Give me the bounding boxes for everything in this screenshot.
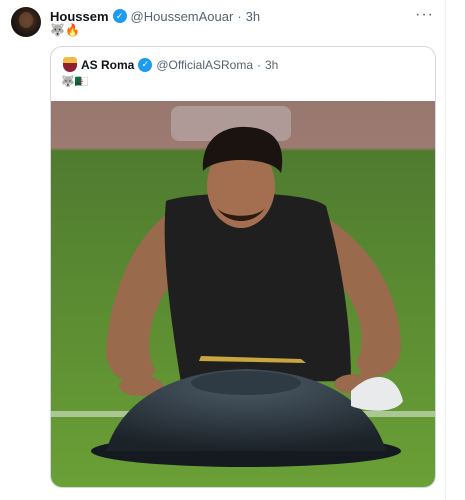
quoted-author-name: AS Roma <box>81 57 135 72</box>
tweet-time[interactable]: 3h <box>246 9 260 24</box>
quoted-header: AS Roma ✓ @OfficialASRoma · 3h <box>63 57 278 72</box>
quoted-tweet-text: 🐺🇩🇿 <box>61 76 89 88</box>
separator-dot: · <box>257 57 261 72</box>
more-options-icon[interactable]: ··· <box>415 6 434 24</box>
separator-dot: · <box>237 8 242 24</box>
as-roma-logo-icon <box>63 57 77 72</box>
quoted-tweet-time: 3h <box>265 57 279 72</box>
tweet-header: Houssem ✓ @HoussemAouar · 3h <box>50 7 260 25</box>
quoted-tweet[interactable]: AS Roma ✓ @OfficialASRoma · 3h 🐺🇩🇿 <box>50 46 436 488</box>
author-handle[interactable]: @HoussemAouar <box>131 9 234 24</box>
author-name[interactable]: Houssem <box>50 9 109 24</box>
verified-badge-icon: ✓ <box>112 9 127 23</box>
author-avatar[interactable] <box>11 7 41 37</box>
tweet-text: 🐺🔥 <box>50 23 80 37</box>
sidebar-divider <box>445 0 446 500</box>
player-photo-illustration <box>51 101 435 487</box>
quoted-photo[interactable] <box>51 101 435 487</box>
quoted-author-handle: @OfficialASRoma <box>156 57 253 72</box>
verified-badge-icon: ✓ <box>138 57 153 72</box>
